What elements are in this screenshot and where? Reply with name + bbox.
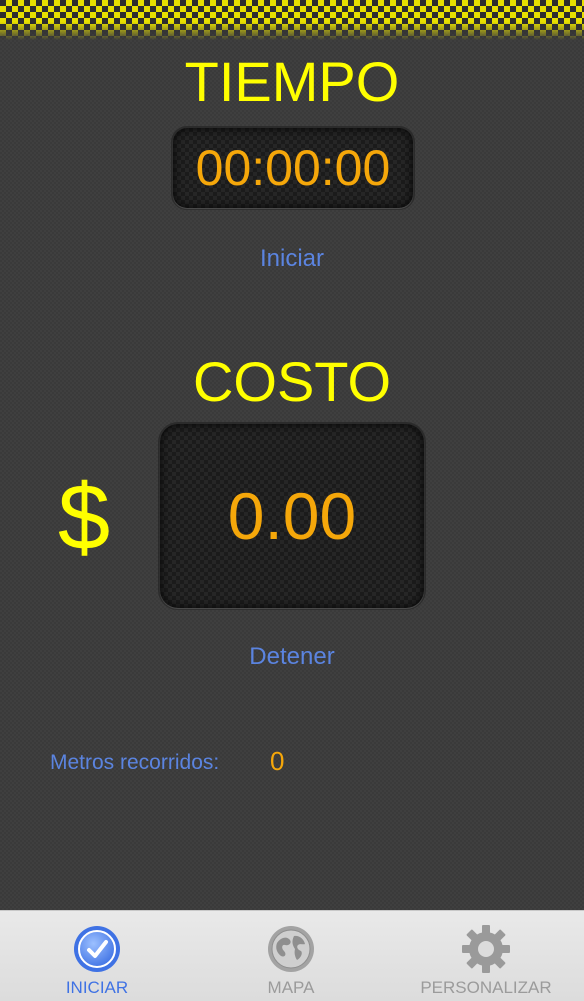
timer-display: 00:00:00 (173, 128, 413, 208)
checkmark-circle-icon (74, 926, 120, 972)
tab-personalizar[interactable]: PERSONALIZAR (388, 911, 584, 1001)
tab-label-iniciar: INICIAR (65, 978, 129, 997)
tab-label-mapa: MAPA (267, 978, 315, 997)
cost-heading: COSTO (192, 350, 392, 413)
tab-iniciar[interactable]: INICIAR (0, 911, 194, 1001)
checkered-taxi-strip (0, 0, 584, 40)
distance-value: 0 (270, 746, 285, 776)
stop-button[interactable]: Detener (0, 642, 584, 672)
gear-icon (462, 925, 510, 973)
cost-value: 0.00 (227, 479, 357, 553)
tab-bar: INICIAR MAPA PERSONALIZAR (0, 910, 584, 1001)
distance-label: Metros recorridos: (50, 751, 220, 774)
timer-value: 00:00:00 (195, 140, 391, 196)
globe-icon (268, 926, 314, 972)
tab-label-personalizar: PERSONALIZAR (420, 978, 552, 997)
cost-display: 0.00 (160, 424, 424, 608)
tab-mapa[interactable]: MAPA (194, 911, 388, 1001)
time-heading: TIEMPO (184, 50, 400, 113)
start-button[interactable]: Iniciar (0, 244, 584, 274)
currency-symbol: $ (57, 464, 111, 569)
